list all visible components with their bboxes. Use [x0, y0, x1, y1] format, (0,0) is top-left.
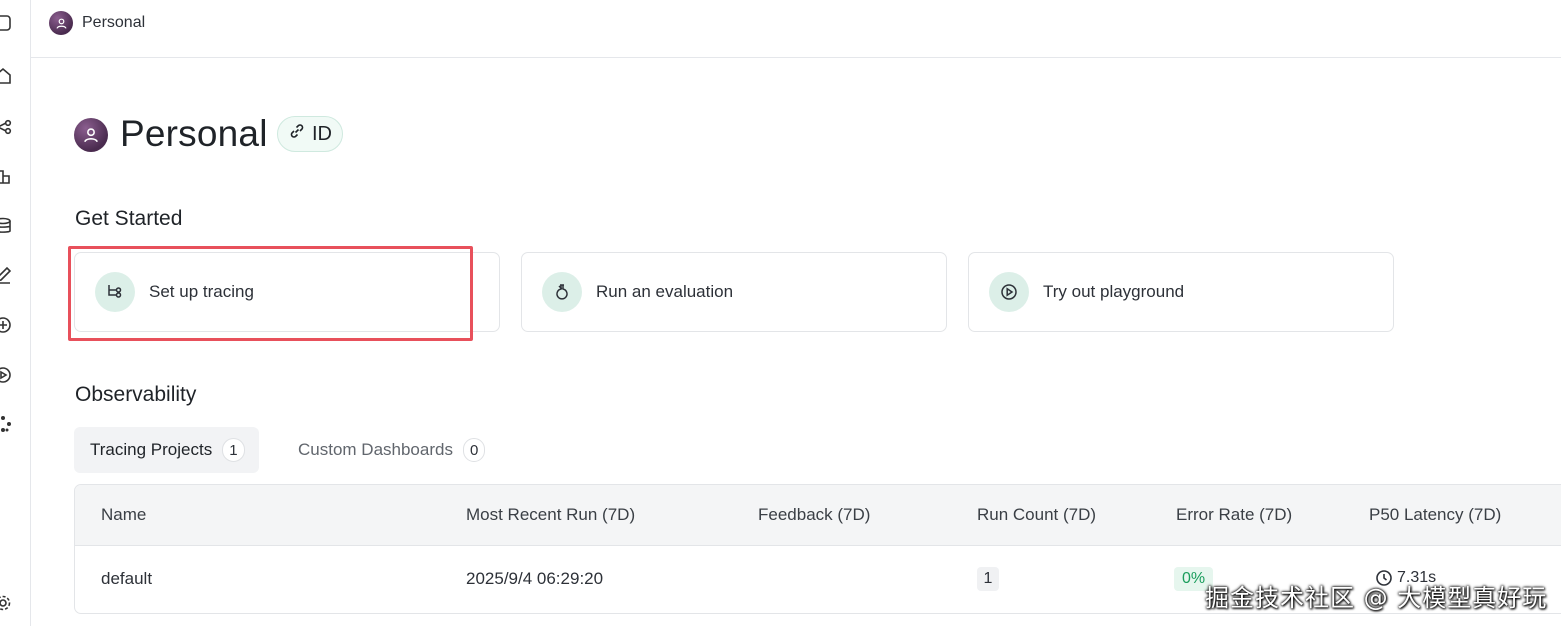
tab-label: Custom Dashboards: [298, 440, 453, 459]
observability-title: Observability: [75, 383, 197, 406]
tab-count-badge: 1: [222, 438, 245, 462]
page-title: Personal: [120, 113, 268, 154]
database-icon[interactable]: [0, 217, 12, 235]
top-bar: Personal: [31, 0, 1561, 58]
setup-tracing-card[interactable]: Set up tracing: [74, 252, 500, 332]
card-label: Set up tracing: [149, 282, 254, 301]
user-icon[interactable]: [49, 11, 73, 35]
run-evaluation-card[interactable]: Run an evaluation: [521, 252, 947, 332]
tab-label: Tracing Projects: [90, 440, 213, 459]
settings-icon[interactable]: [0, 594, 12, 612]
watermark: 掘金技术社区 @ 大模型真好玩: [1205, 584, 1548, 612]
tab-count-badge: 0: [462, 438, 486, 462]
breadcrumb-workspace[interactable]: Personal: [82, 14, 145, 32]
cell-most-recent-run: 2025/9/4 06:29:20: [466, 569, 604, 588]
sidebar-rail: [0, 0, 31, 626]
share-icon[interactable]: [0, 118, 12, 136]
table-header: Name Most Recent Run (7D) Feedback (7D) …: [75, 485, 1561, 546]
column-header-p50-latency[interactable]: P50 Latency (7D): [1369, 505, 1501, 525]
dashboard-icon[interactable]: [0, 167, 12, 185]
column-header-name[interactable]: Name: [101, 505, 146, 525]
flask-icon: [542, 272, 582, 312]
tab-custom-dashboards[interactable]: Custom Dashboards 0: [282, 427, 499, 473]
get-started-title: Get Started: [75, 207, 183, 230]
card-label: Try out playground: [1043, 282, 1185, 301]
add-circle-icon[interactable]: [0, 316, 12, 334]
try-playground-card[interactable]: Try out playground: [968, 252, 1394, 332]
workspace-avatar: [74, 118, 108, 152]
tab-tracing-projects[interactable]: Tracing Projects 1: [74, 427, 259, 473]
column-header-error-rate[interactable]: Error Rate (7D): [1176, 505, 1292, 525]
column-header-feedback[interactable]: Feedback (7D): [758, 505, 870, 525]
id-label: ID: [312, 122, 332, 145]
graph-icon[interactable]: [0, 415, 12, 433]
home-icon[interactable]: [0, 67, 12, 85]
play-icon[interactable]: [0, 366, 12, 384]
card-label: Run an evaluation: [596, 282, 734, 301]
tracing-icon: [95, 272, 135, 312]
cell-name[interactable]: default: [101, 569, 152, 589]
column-header-run-count[interactable]: Run Count (7D): [977, 505, 1096, 525]
panel-icon[interactable]: [0, 14, 12, 32]
link-icon: [288, 122, 306, 146]
column-header-most-recent-run[interactable]: Most Recent Run (7D): [466, 505, 635, 525]
play-circle-icon: [989, 272, 1029, 312]
edit-icon[interactable]: [0, 266, 12, 284]
copy-id-button[interactable]: ID: [277, 116, 343, 152]
cell-run-count: 1: [977, 567, 999, 591]
